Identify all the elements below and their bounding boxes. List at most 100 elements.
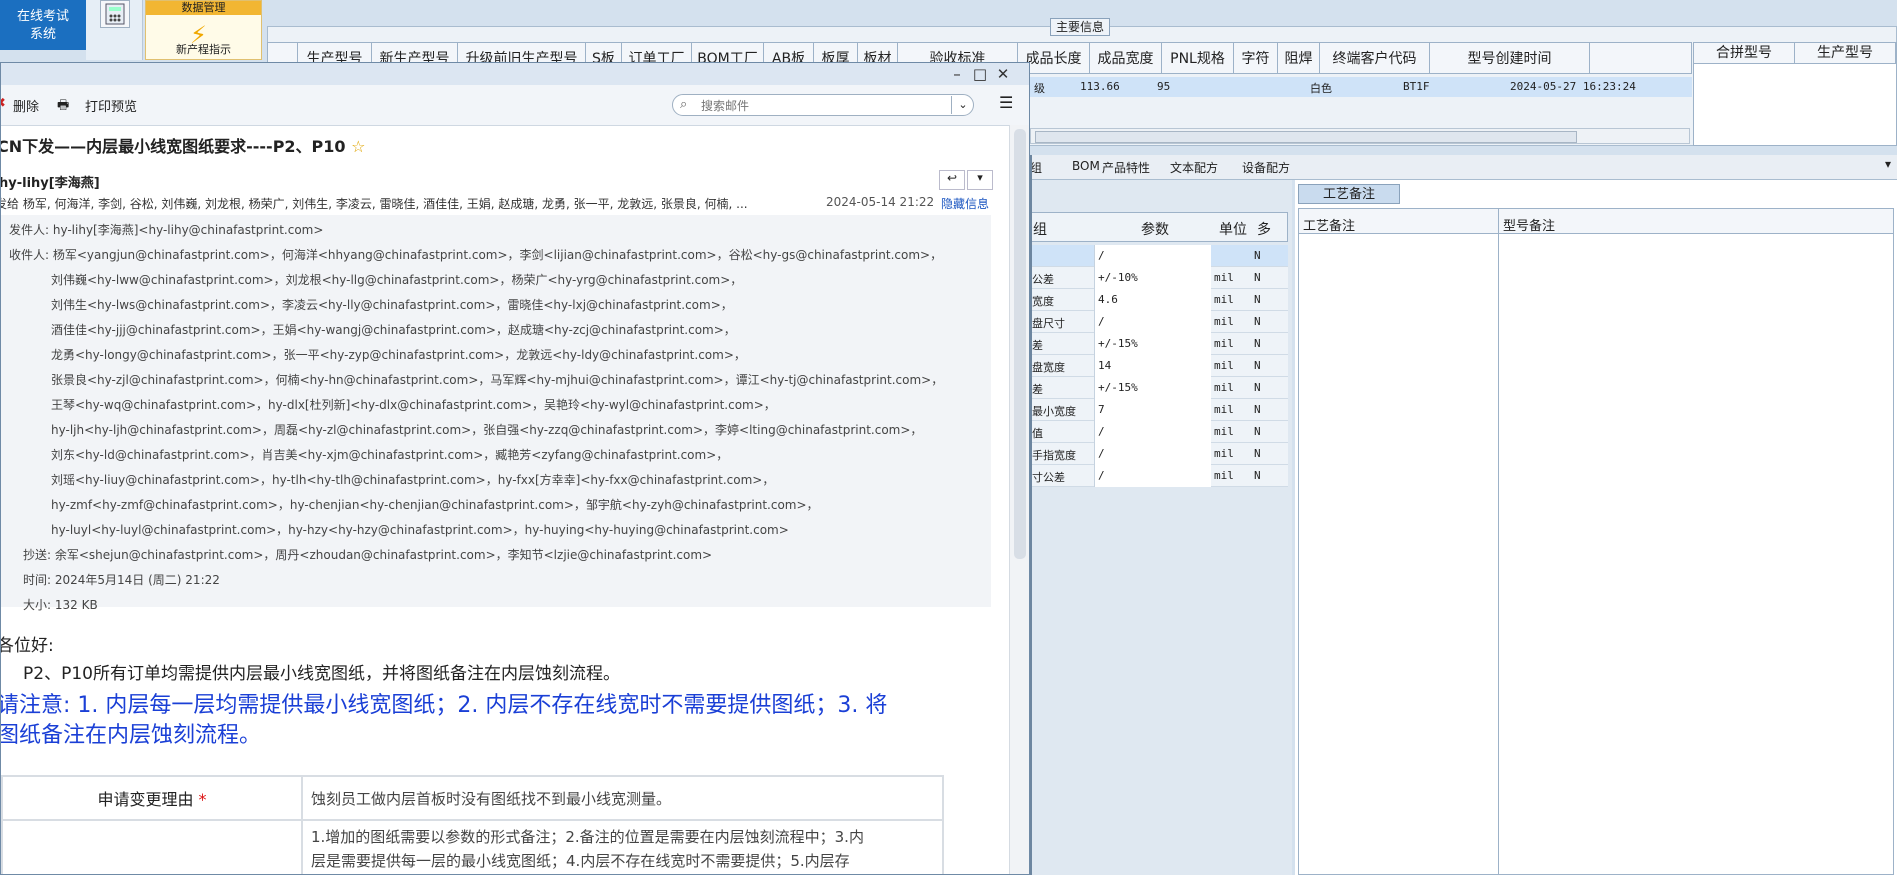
- body-line: P2、P10所有订单均需提供内层最小线宽图纸，并将图纸备注在内层蚀刻流程。: [23, 664, 620, 684]
- search-box[interactable]: ⌕ ⌄: [672, 94, 974, 116]
- recipient-line: 刘东<hy-ld@chinafastprint.com>，肖吉美<hy-xjm@…: [51, 448, 729, 462]
- param-unit: mil: [1214, 381, 1234, 394]
- cell-created: 2024-05-27 16:23:24: [1510, 80, 1636, 93]
- star-icon[interactable]: ☆: [351, 137, 365, 156]
- data-management-tile[interactable]: 数据管理 ⚡ 新产程指示: [145, 0, 262, 60]
- list-menu-icon[interactable]: ☰: [999, 93, 1013, 112]
- grid-horizontal-scrollbar[interactable]: [1030, 128, 1690, 144]
- param-unit: mil: [1214, 271, 1234, 284]
- print-preview-button[interactable]: 打印预览: [85, 96, 137, 115]
- minimize-icon[interactable]: –: [946, 64, 968, 84]
- param-value: 4.6: [1098, 293, 1118, 306]
- grid-col[interactable]: 终端客户代码: [1320, 43, 1430, 73]
- delete-icon[interactable]: ✖: [1, 96, 6, 111]
- col-production-model[interactable]: 生产型号: [1795, 43, 1896, 63]
- hide-info-link[interactable]: 隐藏信息: [941, 195, 989, 212]
- recipient-line: 王琴<hy-wq@chinafastprint.com>，hy-dlx[杜列新]…: [51, 398, 776, 412]
- recipient-summary: 发给 杨军, 何海洋, 李剑, 谷松, 刘伟巍, 刘龙根, 杨荣广, 刘伟生, …: [1, 191, 996, 213]
- vbox-bg: [1094, 311, 1211, 333]
- recipient-line: 刘瑶<hy-liuy@chinafastprint.com>，hy-tlh<hy…: [51, 473, 775, 487]
- param-name: 最小宽度: [1032, 405, 1076, 418]
- mail-subject: CN下发——内层最小线宽图纸要求----P2、P10 ☆: [0, 133, 1017, 157]
- chevron-down-icon[interactable]: ▾: [1885, 157, 1891, 171]
- col-merge-model[interactable]: 合拼型号: [1694, 43, 1795, 63]
- param-flag: N: [1254, 469, 1261, 482]
- calculator-icon[interactable]: [100, 0, 130, 28]
- exam-system-launcher[interactable]: 在线考试 系统: [0, 0, 86, 50]
- notes-divider: [1498, 208, 1499, 875]
- recipient-line: hy-zmf<hy-zmf@chinafastprint.com>，hy-che…: [51, 498, 819, 512]
- recipient-line: 刘伟生<hy-lws@chinafastprint.com>，李凌云<hy-ll…: [51, 298, 733, 312]
- search-input[interactable]: [699, 97, 933, 115]
- printer-icon[interactable]: 🖶: [57, 96, 69, 118]
- param-unit: mil: [1214, 315, 1234, 328]
- scrollbar-thumb[interactable]: [1014, 129, 1026, 559]
- sender-name[interactable]: hy-lihy[李海燕]: [1, 172, 100, 191]
- param-unit: mil: [1214, 425, 1234, 438]
- param-row[interactable]: / N: [1030, 245, 1288, 267]
- param-value: +/-15%: [1098, 337, 1138, 350]
- content-line-1: 1.增加的图纸需要以参数的形式备注；2.备注的位置是需要在内层蚀刻流程中；3.内: [311, 828, 864, 846]
- grid-col[interactable]: 字符: [1234, 43, 1278, 73]
- param-row[interactable]: 盘尺寸 / mil N: [1030, 311, 1288, 333]
- param-row[interactable]: 差 +/-15% mil N: [1030, 377, 1288, 399]
- mail-vertical-scrollbar[interactable]: [1009, 125, 1029, 874]
- tab-product-features[interactable]: 产品特性: [1102, 159, 1150, 176]
- vbox-bg: [1094, 399, 1211, 421]
- param-row[interactable]: 寸公差 / mil N: [1030, 465, 1288, 487]
- param-row[interactable]: 手指宽度 / mil N: [1030, 443, 1288, 465]
- param-row[interactable]: 差 +/-15% mil N: [1030, 333, 1288, 355]
- param-col-extra: 多: [1257, 222, 1271, 238]
- grid-col[interactable]: 成品宽度: [1090, 43, 1162, 73]
- subject-text: CN下发——内层最小线宽图纸要求----P2、P10: [0, 137, 346, 156]
- reply-icon[interactable]: ↩: [939, 170, 965, 190]
- param-value: +/-10%: [1098, 271, 1138, 284]
- reason-label: 申请变更理由: [97, 790, 194, 809]
- recipient-line: hy-ljh<hy-ljh@chinafastprint.com>，周磊<hy-…: [51, 423, 923, 437]
- launcher-title-line1: 在线考试: [16, 9, 69, 24]
- cell-length: 113.66: [1080, 80, 1120, 93]
- table-row[interactable]: 级 113.66 95 白色 BT1F 2024-05-27 16:23:24: [1030, 77, 1692, 97]
- meta-line: 大小: 132 KB: [23, 598, 98, 612]
- param-row[interactable]: 盘宽度 14 mil N: [1030, 355, 1288, 377]
- table-row: 1.增加的图纸需要以参数的形式备注；2.备注的位置是需要在内层蚀刻流程中；3.内…: [1, 819, 944, 874]
- search-icon: ⌕: [680, 97, 688, 112]
- notes-body[interactable]: [1298, 234, 1894, 875]
- tab-text-recipe[interactable]: 文本配方: [1170, 159, 1218, 176]
- param-col-unit: 单位: [1219, 222, 1247, 238]
- vbox-bg: [1094, 421, 1211, 443]
- param-row[interactable]: 宽度 4.6 mil N: [1030, 289, 1288, 311]
- param-row[interactable]: 最小宽度 7 mil N: [1030, 399, 1288, 421]
- recipient-line: 张景良<hy-zjl@chinafastprint.com>，何楠<hy-hn@…: [51, 373, 944, 387]
- tab-process-notes[interactable]: 工艺备注: [1298, 184, 1400, 204]
- param-row[interactable]: 公差 +/-10% mil N: [1030, 267, 1288, 289]
- param-flag: N: [1254, 425, 1261, 438]
- grid-col[interactable]: PNL规格: [1162, 43, 1234, 73]
- param-value: /: [1098, 447, 1105, 460]
- tab-bom[interactable]: BOM: [1072, 159, 1100, 173]
- delete-button[interactable]: 删除: [13, 96, 39, 115]
- param-row[interactable]: 值 / mil N: [1030, 421, 1288, 443]
- tab-equipment-recipe[interactable]: 设备配方: [1242, 159, 1290, 176]
- required-mark: *: [198, 790, 207, 809]
- vbox-bg: [1094, 443, 1211, 465]
- launcher-title-line2: 系统: [29, 27, 56, 42]
- cell-width: 95: [1157, 80, 1171, 93]
- param-name: 盘尺寸: [1032, 317, 1065, 330]
- param-table-header: 组 参数 单位 多: [1030, 212, 1288, 242]
- grid-col[interactable]: 阻焊: [1278, 43, 1320, 73]
- dropdown-icon[interactable]: ▾: [967, 170, 993, 190]
- scrollbar-thumb[interactable]: [1035, 131, 1577, 143]
- mail-titlebar: – □ ✕: [1, 63, 1029, 85]
- maximize-icon[interactable]: □: [969, 64, 991, 84]
- close-icon[interactable]: ✕: [992, 64, 1014, 84]
- notes-col-process: 工艺备注: [1303, 219, 1356, 234]
- grid-col[interactable]: 型号创建时间: [1430, 43, 1590, 73]
- param-flag: N: [1254, 271, 1261, 284]
- merge-model-panel: 合拼型号 生产型号: [1693, 42, 1897, 146]
- notice-line-1: 请注意: 1. 内层每一层均需提供最小线宽图纸；2. 内层不存在线宽时不需要提供…: [0, 693, 888, 718]
- param-flag: N: [1254, 403, 1261, 416]
- search-options-icon[interactable]: ⌄: [951, 96, 974, 114]
- meta-line: 抄送: 余军<shejun@chinafastprint.com>，周丹<zho…: [23, 548, 713, 562]
- recipient-line: 收件人: 杨军<yangjun@chinafastprint.com>，何海洋<…: [9, 248, 943, 262]
